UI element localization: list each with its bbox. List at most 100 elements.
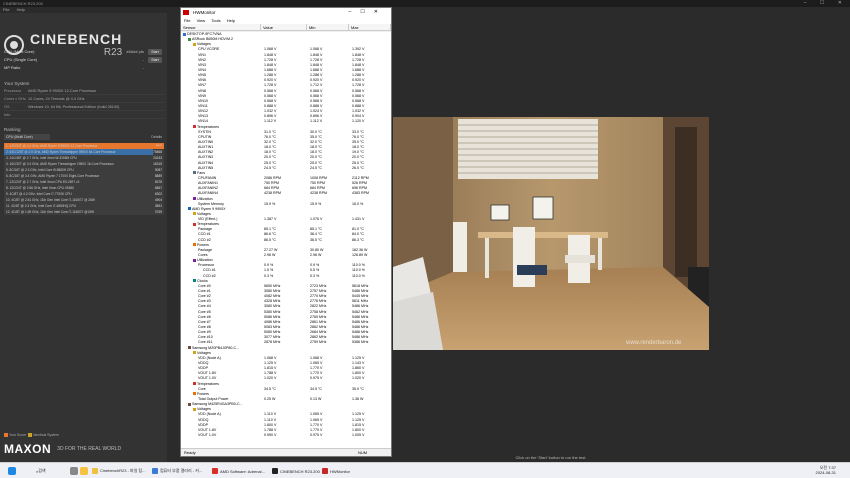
sensor-name: DESKTOP-9FC7VNA	[187, 32, 222, 36]
hw-menu-view[interactable]: View	[197, 18, 206, 23]
column-min[interactable]: Min	[307, 24, 349, 30]
hw-menu-help[interactable]: Help	[227, 18, 235, 23]
ranking-section-title: Ranking	[4, 127, 21, 132]
cpu-icon	[188, 207, 191, 211]
hw-menu-file[interactable]: File	[184, 18, 190, 23]
clock-icon	[193, 279, 196, 283]
ranking-label: 11. 4C/8T @ 2.3 GHz, Intel Core i7-4850H…	[6, 204, 76, 208]
cinebench-window: CINEBENCH R23.200 – ☐ ✕ File Help CINEBE…	[0, 0, 850, 462]
test-row-single: CPU (Single Core) - Start	[4, 56, 164, 64]
start-windows-icon[interactable]	[8, 467, 16, 475]
sensor-name: VOUT 1.0V	[198, 432, 217, 437]
taskbar-app[interactable]: AMD Software: Adrenal...	[212, 466, 265, 476]
hwmonitor-column-header: Sensor Value Min Max	[181, 24, 391, 31]
sensor-name: AUXTIN5	[198, 165, 214, 170]
window-controls[interactable]: – ☐ ✕	[804, 0, 848, 7]
taskbar-app[interactable]: 컴퓨터 부품 갤러리 - 커...	[152, 466, 202, 476]
sensor-name: AUXTIN1	[198, 145, 214, 150]
ranking-label: 12. 4C/8T @ 1.69 GHz, 11th Gen Intel Cor…	[6, 210, 94, 214]
column-value[interactable]: Value	[261, 24, 307, 30]
disk-icon	[188, 346, 191, 350]
ranking-label: 8. 12C/24T @ 2.66 GHz, Intel Xeon CPU X5…	[6, 186, 75, 190]
ranking-label: 9. 4C/8T @ 4.2 GHz, Intel Core i7-7700K …	[6, 192, 72, 196]
disk-icon	[188, 402, 191, 406]
ranking-controls: CPU (Multi Core) Details	[4, 134, 164, 141]
sensor-name: VIN7	[198, 83, 206, 88]
ranking-item[interactable]: 12. 4C/8T @ 1.69 GHz, 11th Gen Intel Cor…	[4, 209, 164, 215]
sensor-name: VIN12	[198, 109, 208, 114]
sensor-name: Core #1	[198, 289, 211, 294]
system-row-info[interactable]: Info	[4, 112, 164, 119]
hwmonitor-menu-bar: File View Tools Help	[181, 17, 391, 24]
sensor-name: Core #7	[198, 319, 211, 324]
clock-date: 2024-08-31	[815, 470, 836, 475]
render-scene-image: www.renderbaron.de	[393, 117, 709, 350]
sensor-name: Core #10	[198, 335, 213, 340]
task-view-icon[interactable]	[70, 467, 78, 475]
sensor-name: Fans	[197, 170, 205, 175]
sensor-name: Utilization	[197, 258, 213, 263]
app-icon	[322, 468, 328, 474]
hwmonitor-app-icon	[183, 10, 189, 15]
taskbar-clock[interactable]: 오전 7:37 2024-08-31	[816, 465, 836, 475]
menu-help[interactable]: Help	[17, 7, 25, 12]
sensor-name: VIN1	[198, 52, 206, 57]
sensor-name: VIN11	[198, 103, 208, 108]
sensor-name: Powers	[197, 391, 209, 396]
sensor-name: VIN5	[198, 73, 206, 78]
sensor-name: Core #5	[198, 309, 211, 314]
ranking-label: 2. 64C/128T @ 2.9 GHz, AMD Ryzen Threadr…	[6, 150, 116, 154]
sensor-name: Clocks	[197, 278, 208, 283]
sensor-name: Utilization	[197, 196, 213, 201]
hw-menu-tools[interactable]: Tools	[211, 18, 220, 23]
taskbar-app[interactable]: HWMonitor	[322, 466, 350, 476]
logo-name: CINEBENCH	[30, 31, 123, 47]
sensor-name: CCD #1	[198, 232, 211, 237]
sensor-name: AUXFANIN2	[198, 186, 218, 191]
sensor-name: CCD #1	[203, 268, 216, 273]
taskbar-app[interactable]: CinebenchR23 - 파일 탐...	[92, 466, 146, 476]
ranking-label: 5. 8C/16T @ 2.3 GHz, Intel Core i9-9880H…	[6, 168, 74, 172]
ranking-label: 7. 12C/24T @ 2.7 GHz, Intel Xeon CPU E5-…	[6, 180, 80, 184]
sensor-name: CPUTIN	[198, 134, 212, 139]
ranking-value: 3769	[154, 210, 162, 214]
sensor-name: VIN9	[198, 93, 206, 98]
maxon-tagline: 3D FOR THE REAL WORLD	[57, 446, 122, 452]
ranking-details-button[interactable]: Details	[151, 134, 162, 140]
menu-file[interactable]: File	[3, 7, 9, 12]
taskbar-app[interactable]: CINEBENCH R23.200	[272, 466, 320, 476]
render-viewport: www.renderbaron.de	[393, 117, 709, 350]
sensor-row[interactable]: VOUT 1.0V 0.990 V 0.975 V 1.005 V	[181, 433, 391, 438]
status-num: NUM	[358, 450, 368, 455]
temp-icon	[193, 382, 196, 386]
ranking-label: 3. 24C/48T @ 2.7 GHz, Intel Xeon W-3265M…	[6, 156, 77, 160]
legend-identical-system: Identical System	[33, 433, 59, 437]
sensor-name: Powers	[197, 242, 209, 247]
sensor-name: ASRock B650M HDV/M.2	[192, 37, 233, 42]
start-single-button[interactable]: Start	[148, 57, 162, 63]
column-sensor[interactable]: Sensor	[181, 24, 261, 30]
file-explorer-icon[interactable]	[80, 467, 88, 475]
app-icon	[272, 468, 278, 474]
sensor-name: AUXTIN0	[198, 139, 214, 144]
sensor-name: CPUFANIN	[198, 175, 217, 180]
taskbar-search[interactable]: ⌕ 검색	[36, 467, 46, 475]
start-multi-button[interactable]: Start	[148, 49, 162, 55]
sensor-name: CCD #2	[198, 237, 211, 242]
sensor-name: Core #11	[198, 340, 213, 345]
sensor-name: VDD (Node A)	[198, 412, 221, 417]
volt-icon	[193, 42, 196, 46]
sensor-name: Cores	[198, 253, 208, 258]
sensor-name: VIN4	[198, 67, 206, 72]
hwmonitor-window-controls[interactable]: –☐✕	[349, 8, 387, 17]
column-max[interactable]: Max	[349, 24, 391, 30]
app-icon	[92, 468, 98, 474]
ranking-select[interactable]: CPU (Multi Core)	[4, 134, 50, 140]
temp-icon	[193, 125, 196, 129]
sensor-name: Voltages	[197, 42, 211, 47]
sensor-name: AUXFANIN4	[198, 191, 218, 196]
hwmonitor-title: HWMonitor	[193, 10, 216, 15]
app-icon	[212, 468, 218, 474]
sensor-name: Core #0	[198, 283, 211, 288]
hwmonitor-status-bar: Ready NUM	[181, 448, 391, 456]
